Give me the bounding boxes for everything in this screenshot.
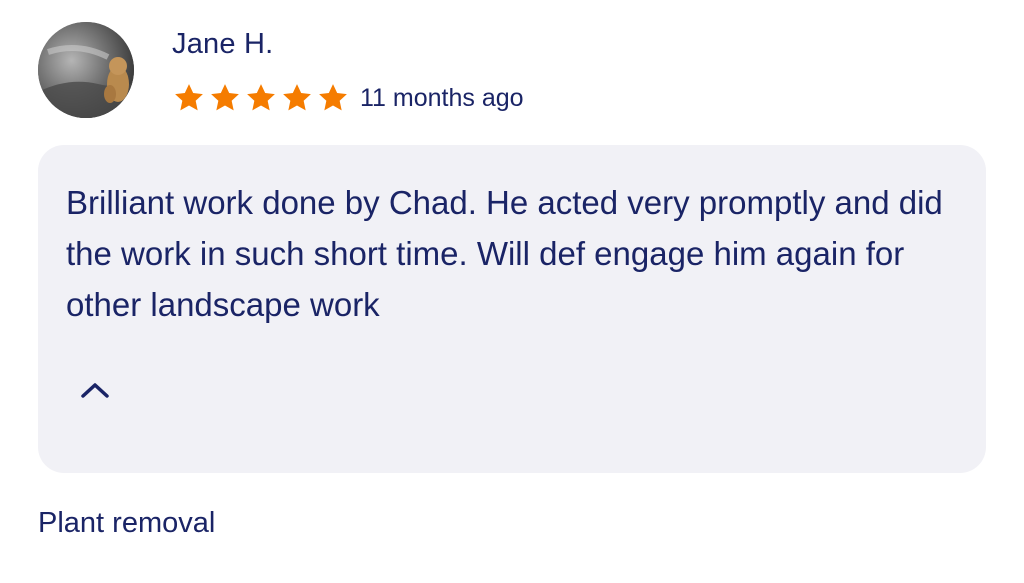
reviewer-name: Jane H. (172, 28, 274, 60)
rating-row: 11 months ago (172, 80, 524, 116)
reviewer-avatar (38, 22, 134, 118)
star-icon (247, 84, 275, 111)
review-card: Jane H. 11 months ago Brilliant work don… (0, 0, 1024, 583)
review-time: 11 months ago (360, 83, 524, 112)
review-text: Brilliant work done by Chad. He acted ve… (66, 184, 943, 323)
star-icon (175, 84, 203, 111)
collapse-button[interactable] (74, 369, 116, 411)
star-icon (319, 84, 347, 111)
star-icon (283, 84, 311, 111)
service-tag: Plant removal (38, 507, 216, 539)
star-icon (211, 84, 239, 111)
review-text-box: Brilliant work done by Chad. He acted ve… (38, 145, 986, 473)
star-rating (172, 81, 352, 115)
avatar-photo-icon (38, 22, 134, 118)
chevron-up-icon (81, 383, 109, 398)
